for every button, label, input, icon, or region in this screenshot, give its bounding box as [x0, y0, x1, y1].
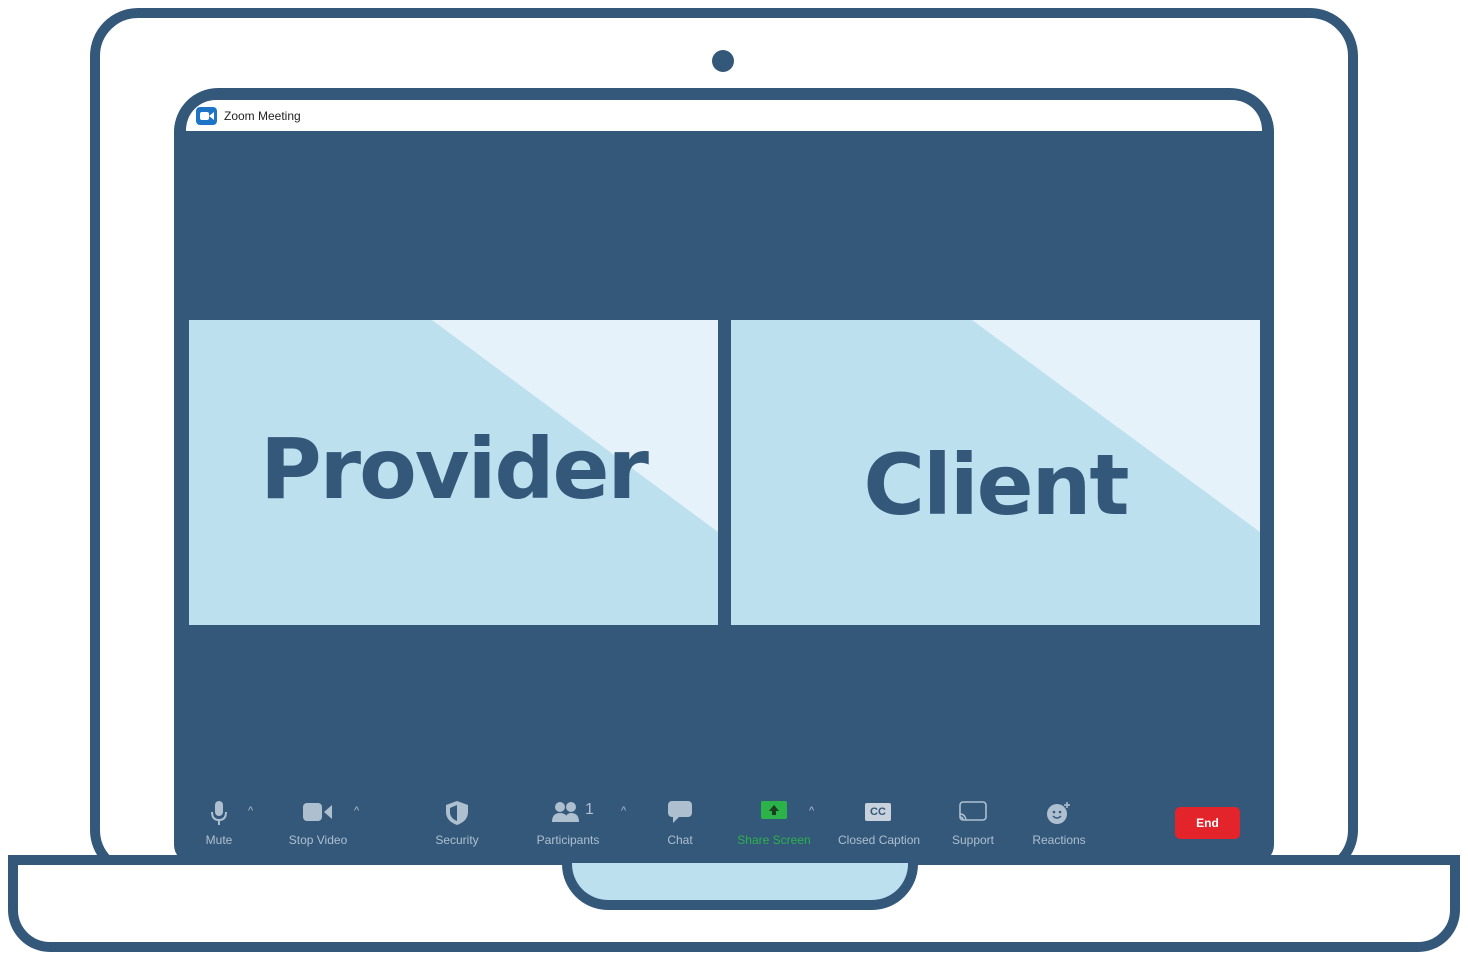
security-label: Security [435, 833, 479, 847]
share-screen-label: Share Screen [737, 833, 811, 847]
webcam-dot [712, 50, 734, 72]
stop-video-label: Stop Video [288, 833, 348, 847]
video-tile-client[interactable]: Client [731, 320, 1260, 625]
end-meeting-button[interactable]: End [1175, 807, 1240, 839]
closed-caption-label: Closed Caption [838, 833, 921, 847]
mute-label: Mute [205, 833, 233, 847]
microphone-icon [211, 801, 227, 825]
smiley-plus-icon [1047, 802, 1070, 824]
chat-bubble-icon [668, 801, 692, 823]
zoom-logo-icon [196, 106, 217, 125]
shield-icon [446, 801, 468, 825]
title-bar: Zoom Meeting [186, 100, 1262, 131]
meeting-toolbar: Mute ^ Stop Video ^ Security 1 Participa… [174, 793, 1274, 863]
participants-icon [552, 802, 579, 822]
cast-screen-icon [959, 801, 987, 821]
share-options-caret-icon[interactable]: ^ [809, 805, 814, 817]
mute-options-caret-icon[interactable]: ^ [248, 805, 253, 817]
share-screen-icon [761, 801, 787, 819]
video-options-caret-icon[interactable]: ^ [354, 805, 359, 817]
meeting-window: Zoom Meeting Provider Client Mute ^ Stop… [174, 88, 1274, 863]
window-title: Zoom Meeting [224, 108, 301, 123]
laptop-notch [562, 855, 918, 910]
participants-count: 1 [585, 801, 594, 818]
closed-caption-icon: CC [865, 803, 891, 821]
participants-label: Participants [536, 833, 600, 847]
reactions-label: Reactions [1032, 833, 1086, 847]
video-camera-icon [303, 803, 332, 821]
video-tile-provider[interactable]: Provider [189, 320, 718, 625]
participants-options-caret-icon[interactable]: ^ [621, 805, 626, 817]
support-label: Support [951, 833, 995, 847]
chat-label: Chat [667, 833, 693, 847]
tile-label-client: Client [863, 436, 1129, 534]
tile-label-provider: Provider [260, 420, 649, 518]
